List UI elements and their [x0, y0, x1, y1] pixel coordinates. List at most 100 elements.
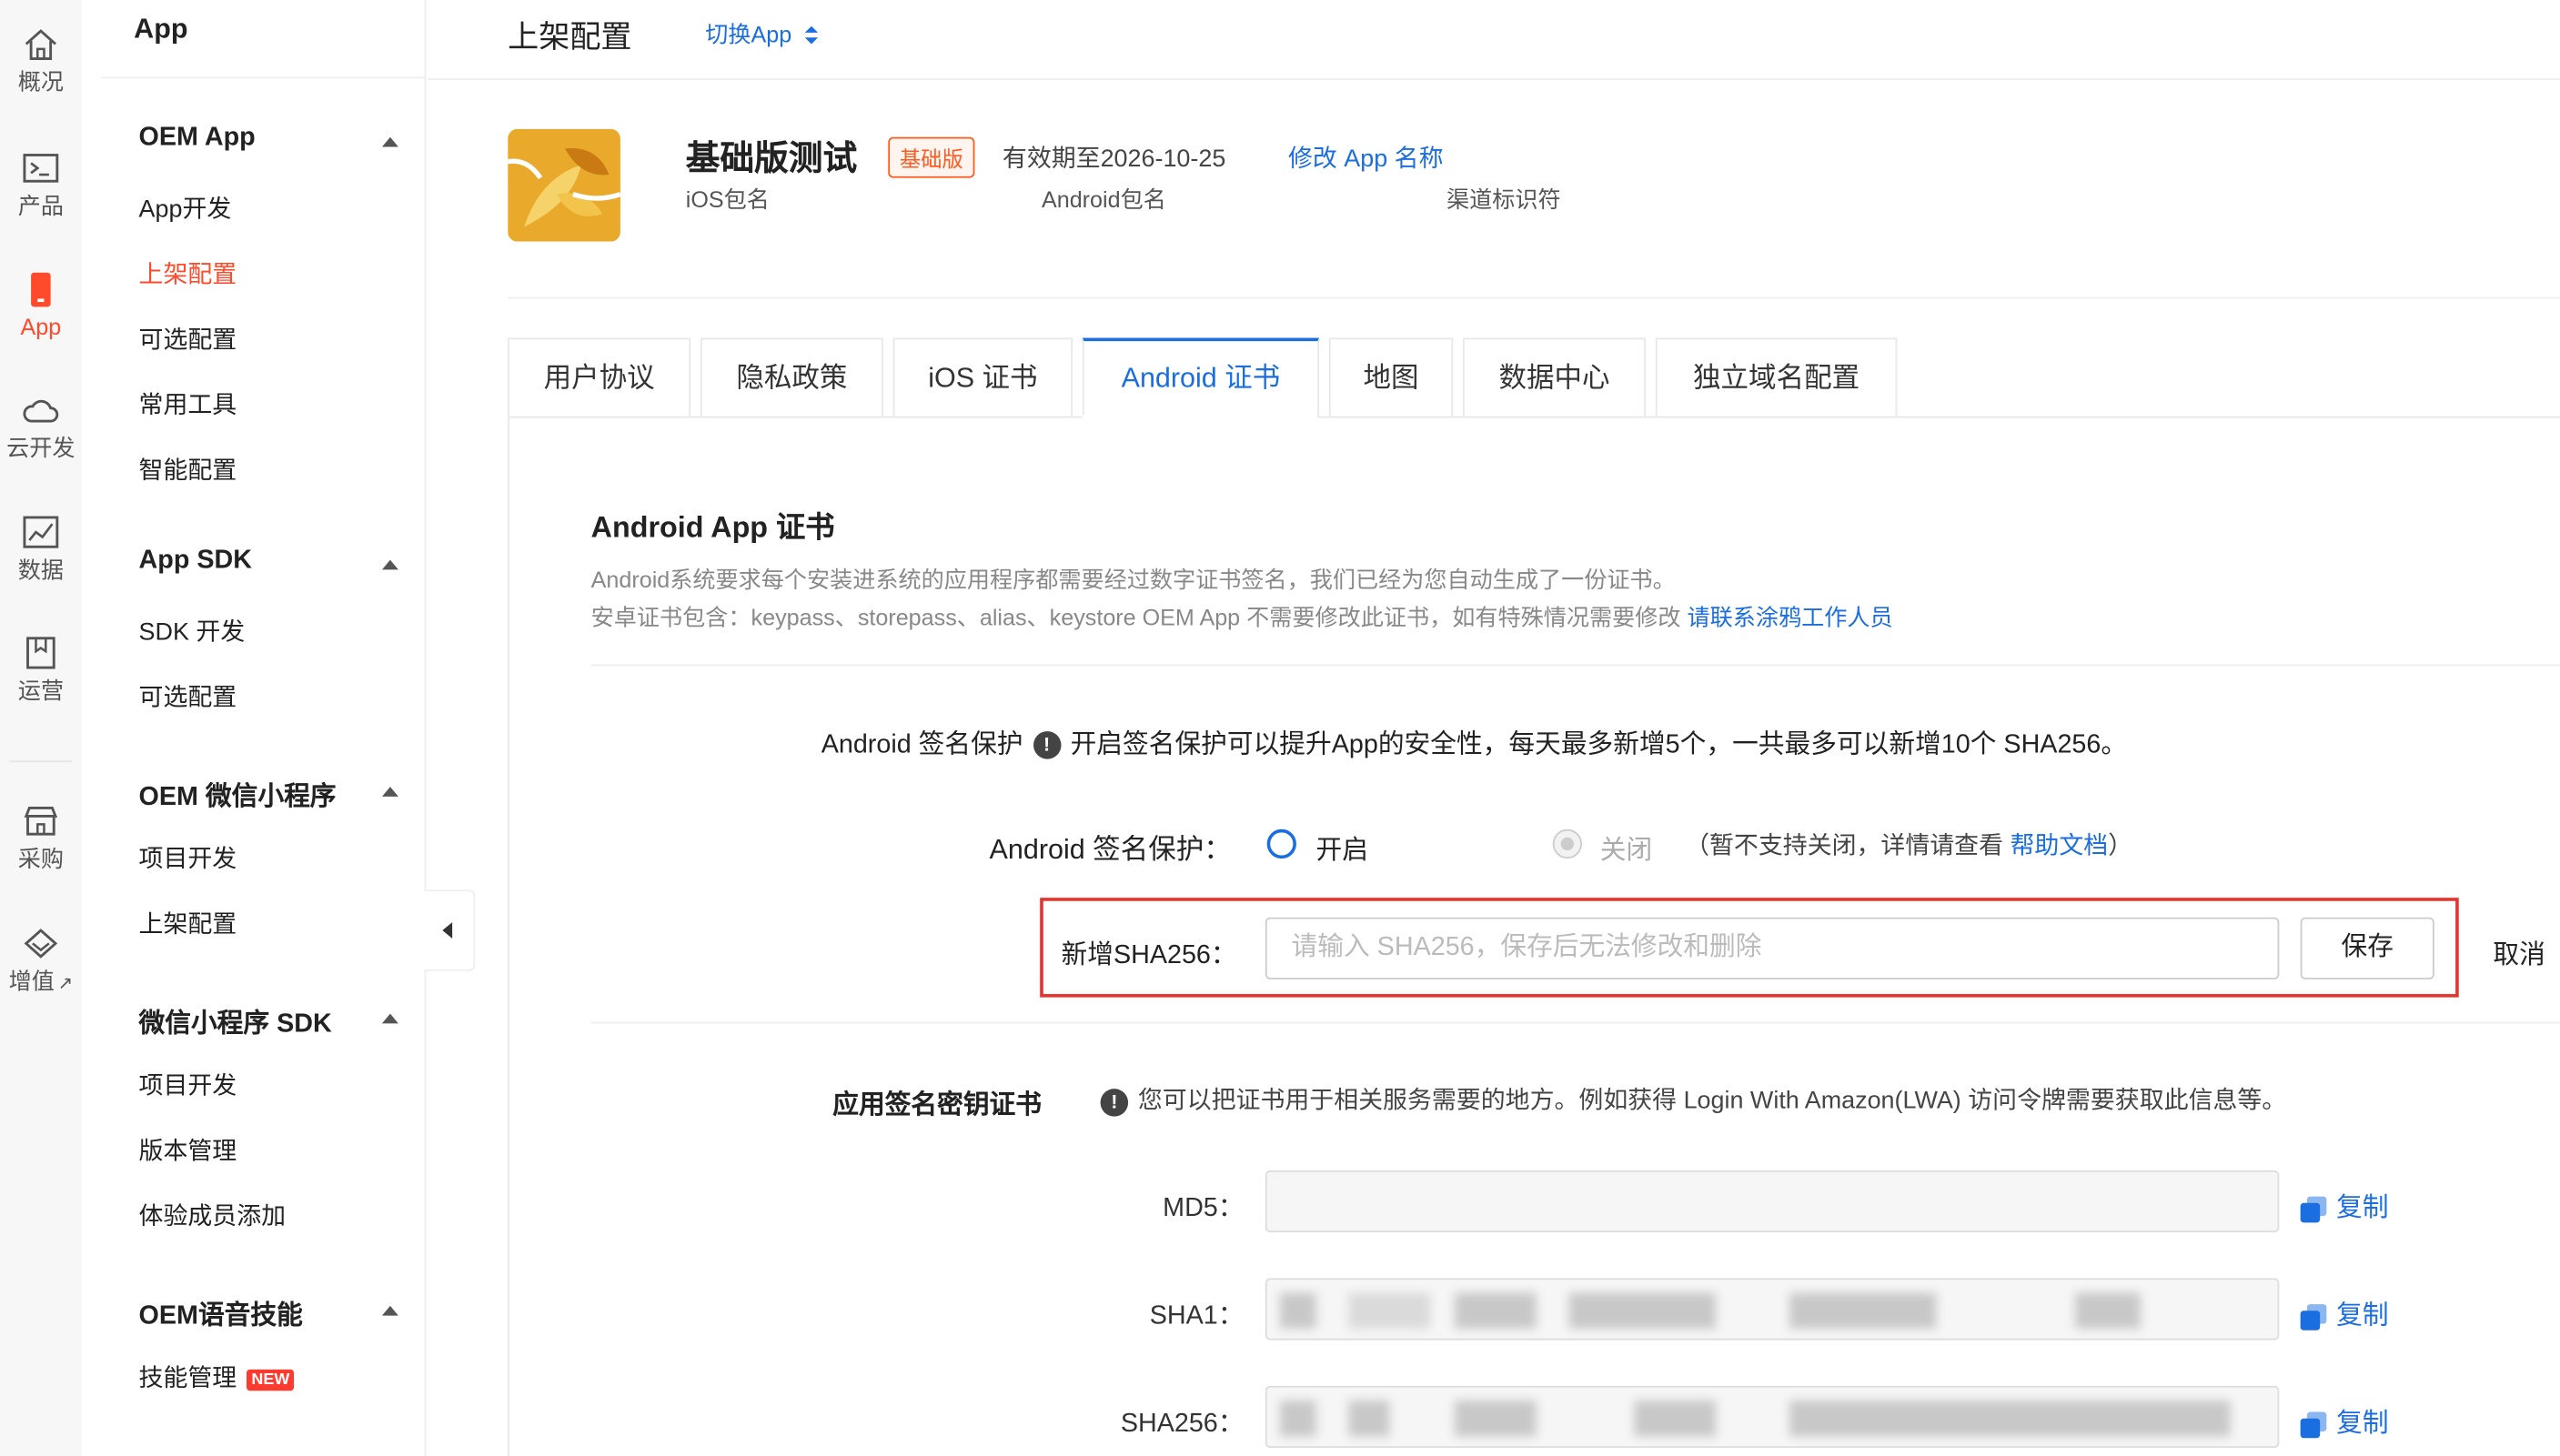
menu-item-trial-members[interactable]: 体验成员添加 — [139, 1198, 287, 1232]
radio-enable-label[interactable]: 开启 — [1315, 828, 1367, 867]
sha1-field — [1265, 1278, 2280, 1341]
bookmark-icon — [26, 637, 55, 669]
rail-item-app[interactable]: App — [0, 271, 82, 339]
note-suffix: ） — [2108, 832, 2133, 860]
menu-item-skill-mgmt[interactable]: 技能管理 NEW — [139, 1360, 295, 1394]
external-link-icon: ↗ — [57, 974, 74, 995]
rail-label: 运营 — [17, 677, 64, 704]
copy-sha256-button[interactable]: 复制 — [2300, 1401, 2389, 1440]
channel-id-label: 渠道标识符 — [1446, 186, 1561, 213]
valid-until-text: 有效期至2026-10-25 — [1002, 145, 1226, 174]
menu-item-smart-config[interactable]: 智能配置 — [139, 452, 237, 487]
chart-icon — [23, 516, 59, 548]
sha256-add-label: 新增SHA256： — [1061, 941, 1237, 970]
copy-label: 复制 — [2336, 1302, 2389, 1330]
signing-key-desc-text: 您可以把证书用于相关服务需要的地方。例如获得 Login With Amazon… — [1137, 1087, 2287, 1115]
cert-description-2: 安卓证书包含：keypass、storepass、alias、keystore … — [591, 601, 1893, 634]
tab-user-agreement[interactable]: 用户协议 — [508, 337, 691, 417]
rail-item-value-added[interactable]: 增值 ↗ — [0, 926, 82, 998]
content-border — [508, 417, 509, 1456]
caret-up-icon[interactable] — [381, 1013, 398, 1024]
sha256-input[interactable]: 请输入 SHA256，保存后无法修改和删除 — [1265, 917, 2280, 979]
rail-label: App — [20, 313, 62, 340]
phone-icon — [31, 272, 51, 307]
active-tab-connector — [1082, 414, 1318, 420]
tab-map[interactable]: 地图 — [1328, 337, 1454, 417]
menu-item-listing-config[interactable]: 上架配置 — [139, 256, 237, 291]
app-menu: App OEM App App开发 上架配置 可选配置 常用工具 智能配置 Ap… — [101, 0, 427, 1456]
tab-privacy-policy[interactable]: 隐私政策 — [700, 337, 883, 417]
tab-ios-cert[interactable]: iOS 证书 — [892, 337, 1073, 417]
rail-label: 数据 — [17, 557, 64, 583]
rail-label: 采购 — [17, 845, 64, 872]
rail-divider — [9, 760, 72, 763]
menu-group-app-sdk[interactable]: App SDK — [139, 547, 252, 576]
rail-item-purchase[interactable]: 采购 — [0, 803, 82, 875]
contact-staff-link[interactable]: 请联系涂鸦工作人员 — [1687, 604, 1892, 630]
menu-item-sdk-dev[interactable]: SDK 开发 — [139, 614, 246, 648]
copy-icon — [2300, 1303, 2327, 1330]
home-icon — [25, 29, 56, 61]
info-divider — [508, 296, 2560, 299]
menu-item-common-tools[interactable]: 常用工具 — [139, 387, 237, 421]
rail-label: 产品 — [17, 192, 64, 219]
rail-item-overview[interactable]: 概况 — [0, 26, 82, 98]
tab-custom-domain[interactable]: 独立域名配置 — [1655, 337, 1898, 417]
menu-item-sdk-optional-config[interactable]: 可选配置 — [139, 679, 237, 714]
caret-up-icon[interactable] — [381, 559, 398, 570]
app-stage: 概况 产品 App 云开发 数据 运营 采购 增值 ↗ App OEM App … — [0, 0, 2560, 1456]
menu-item-project-dev[interactable]: 项目开发 — [139, 840, 237, 875]
menu-item-app-dev[interactable]: App开发 — [139, 191, 232, 226]
disable-note: （暂不支持关闭，详情请查看 帮助文档） — [1685, 828, 2132, 862]
menu-item-label: 技能管理 — [138, 1364, 237, 1392]
menu-item-optional-config[interactable]: 可选配置 — [139, 322, 237, 356]
copy-sha1-button[interactable]: 复制 — [2300, 1293, 2389, 1332]
menu-group-oem-app[interactable]: OEM App — [139, 124, 256, 153]
protection-intro-label: Android 签名保护 — [821, 731, 1023, 759]
help-doc-link[interactable]: 帮助文档 — [2011, 832, 2109, 860]
section-title: Android App 证书 — [590, 510, 835, 544]
edition-badge: 基础版 — [888, 136, 975, 178]
switch-app-label: 切换App — [705, 21, 792, 48]
menu-item-version-mgmt[interactable]: 版本管理 — [139, 1133, 237, 1168]
info-icon: ! — [1100, 1088, 1129, 1116]
menu-item-mini-listing-config[interactable]: 上架配置 — [139, 906, 237, 940]
page-title: 上架配置 — [508, 21, 632, 56]
header-divider — [428, 78, 2560, 80]
info-icon: ! — [1033, 731, 1061, 760]
protection-intro-text: 开启签名保护可以提升App的安全性，每天最多新增5个，一共最多可以新增10个 S… — [1070, 731, 2128, 759]
tabs-divider — [508, 416, 2560, 418]
menu-group-wechat-mini-sdk[interactable]: 微信小程序 SDK — [139, 1000, 332, 1039]
sha256-field — [1265, 1385, 2280, 1449]
rail-item-product[interactable]: 产品 — [0, 150, 82, 222]
tab-android-cert[interactable]: Android 证书 — [1082, 337, 1320, 417]
tab-data-center[interactable]: 数据中心 — [1462, 337, 1646, 417]
rail-item-data[interactable]: 数据 — [0, 514, 82, 586]
app-name: 基础版测试 — [685, 140, 858, 178]
android-package-label: Android包名 — [1041, 186, 1166, 213]
diamond-icon — [24, 929, 58, 959]
copy-label: 复制 — [2336, 1410, 2389, 1439]
save-button[interactable]: 保存 — [2300, 917, 2434, 979]
rail-item-operations[interactable]: 运营 — [0, 635, 82, 707]
menu-item-sdk-project-dev[interactable]: 项目开发 — [139, 1068, 237, 1102]
rail-item-cloud-dev[interactable]: 云开发 — [0, 395, 82, 463]
radio-enable[interactable] — [1266, 828, 1296, 859]
menu-group-oem-voice[interactable]: OEM语音技能 — [139, 1293, 303, 1332]
collapse-sidebar-button[interactable] — [424, 889, 476, 971]
caret-up-icon[interactable] — [381, 1305, 398, 1316]
section-divider — [590, 664, 2560, 667]
caret-up-icon[interactable] — [381, 787, 398, 797]
radio-disable-label: 关闭 — [1599, 837, 1653, 866]
caret-up-icon[interactable] — [381, 136, 398, 147]
copy-md5-button[interactable]: 复制 — [2300, 1185, 2389, 1224]
sha-divider — [590, 1021, 2560, 1024]
menu-divider — [101, 76, 425, 79]
switch-app-link[interactable]: 切换App — [705, 18, 818, 51]
sort-updown-icon — [804, 26, 818, 46]
cancel-button[interactable]: 取消 — [2493, 932, 2545, 971]
menu-group-oem-wechat-mini[interactable]: OEM 微信小程序 — [139, 774, 337, 813]
ios-package-label: iOS包名 — [685, 186, 770, 213]
chevron-left-icon — [442, 922, 453, 939]
rename-app-link[interactable]: 修改 App 名称 — [1288, 140, 1444, 175]
